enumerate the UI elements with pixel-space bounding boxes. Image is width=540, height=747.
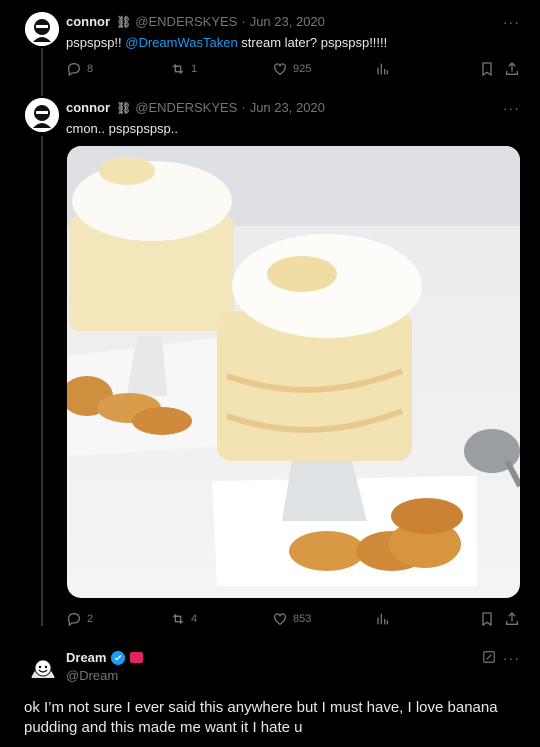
bookmark-button[interactable] [479, 611, 495, 627]
author-handle[interactable]: @Dream [66, 668, 118, 683]
more-icon[interactable]: ··· [503, 650, 520, 666]
reply-icon [67, 612, 81, 627]
share-button[interactable] [504, 61, 520, 77]
like-icon [274, 63, 286, 76]
avatar[interactable] [25, 12, 59, 46]
retweet-button[interactable]: 1 [170, 61, 197, 77]
avatar-image [25, 98, 59, 132]
affiliate-badge-icon [130, 652, 144, 663]
like-count: 925 [293, 63, 312, 75]
retweet-icon [172, 64, 184, 74]
tweet-header: connor ⛓ @ENDERSKYES · Jun 23, 2020 [66, 14, 325, 29]
bookmark-button[interactable] [479, 61, 495, 77]
like-button[interactable]: 925 [272, 61, 311, 77]
reply-text: ok I’m not sure I ever said this anywher… [24, 699, 498, 736]
retweet-count: 1 [191, 63, 198, 75]
avatar-image [26, 648, 60, 682]
tweet-header: connor ⛓ @ENDERSKYES · Jun 23, 2020 [66, 100, 325, 115]
like-count: 853 [293, 613, 312, 625]
reply-button[interactable]: 2 [66, 611, 93, 627]
tweet-actions: 2 4 853 [66, 611, 522, 631]
mention-link[interactable]: @DreamWasTaken [125, 35, 237, 50]
like-button[interactable]: 853 [272, 611, 311, 627]
edit-icon[interactable] [482, 650, 496, 664]
views-button[interactable] [374, 611, 390, 627]
more-icon[interactable]: ··· [503, 100, 520, 116]
avatar[interactable] [26, 648, 60, 682]
retweet-button[interactable]: 4 [170, 611, 197, 627]
tweet-text: cmon.. pspspspsp.. [66, 121, 178, 136]
share-icon [506, 62, 518, 75]
retweet-icon [172, 614, 184, 624]
tweet-text: pspspsp!! @DreamWasTaken stream later? p… [66, 35, 387, 50]
thread-line [41, 48, 43, 96]
reply-count: 8 [87, 63, 94, 75]
reply-icon [67, 62, 81, 77]
bookmark-icon [482, 62, 492, 77]
like-icon [274, 613, 286, 626]
share-button[interactable] [504, 611, 520, 627]
author-handle[interactable]: @ENDERSKYES [135, 14, 237, 29]
views-icon [377, 63, 388, 75]
share-icon [506, 612, 518, 625]
verified-icon [111, 650, 126, 665]
more-icon[interactable]: ··· [503, 14, 520, 30]
views-icon [377, 613, 388, 625]
tweet-date[interactable]: Jun 23, 2020 [250, 14, 325, 29]
views-button[interactable] [374, 61, 390, 77]
chain-emoji: ⛓ [116, 100, 131, 115]
retweet-count: 4 [191, 613, 198, 625]
author-handle[interactable]: @ENDERSKYES [135, 100, 237, 115]
banana-pudding-photo [67, 146, 520, 598]
avatar[interactable] [25, 98, 59, 132]
separator: · [241, 100, 246, 115]
author-name[interactable]: connor [66, 100, 110, 115]
tweet-text-prefix: pspspsp!! [66, 35, 126, 50]
reply-header: Dream [66, 650, 144, 665]
separator: · [241, 14, 246, 29]
bookmark-icon [482, 612, 492, 627]
tweet-actions: 8 1 925 [66, 61, 522, 81]
reply-count: 2 [87, 613, 94, 625]
author-name[interactable]: Dream [66, 650, 106, 665]
tweet-photo[interactable] [67, 146, 520, 598]
tweet-text-suffix: stream later? pspspsp!!!!! [237, 35, 388, 50]
author-name[interactable]: connor [66, 14, 110, 29]
chain-emoji: ⛓ [116, 14, 131, 29]
tweet-date[interactable]: Jun 23, 2020 [250, 100, 325, 115]
reply-button[interactable]: 8 [66, 61, 93, 77]
avatar-image [25, 12, 59, 46]
thread-line [41, 136, 43, 626]
